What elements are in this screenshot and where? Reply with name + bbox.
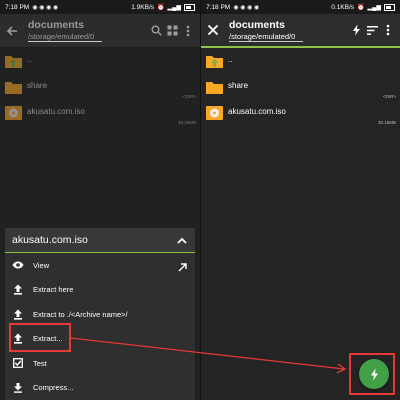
file-row-share[interactable]: share <DIR>: [201, 74, 400, 100]
extract-icon: [12, 308, 24, 320]
menu-item-label: View: [33, 260, 50, 270]
context-menu-sheet: akusatu.com.iso View Extract here Extrac…: [5, 228, 195, 400]
network-speed: 0.1KB/s: [331, 3, 355, 11]
file-name: akusatu.com.iso: [228, 107, 286, 116]
alarm-icon: ⏰: [157, 4, 165, 11]
status-time: 7:18 PM: [206, 3, 231, 11]
more-options-icon[interactable]: [380, 22, 396, 38]
file-row-parent[interactable]: ..: [0, 48, 200, 74]
extract-action-icon[interactable]: [348, 22, 364, 38]
signal-icon: ▂▄▆: [367, 4, 381, 11]
battery-icon: [384, 3, 395, 11]
path-dropdown[interactable]: /storage/emulated/0: [28, 32, 103, 42]
sort-icon[interactable]: [364, 22, 380, 38]
folder-icon: [206, 82, 223, 94]
checkbox-icon: [12, 357, 24, 369]
notification-icons: ◉ ◉ ◉ ◉: [32, 4, 59, 11]
menu-item-extract-here[interactable]: Extract here: [5, 278, 195, 303]
sheet-header: akusatu.com.iso: [5, 228, 195, 253]
right-screen: 7:18 PM ◉ ◉ ◉ ◉ 0.1KB/s ⏰ ▂▄▆ documents …: [200, 0, 400, 400]
status-time: 7:18 PM: [5, 3, 30, 11]
menu-item-label: Test: [33, 358, 47, 368]
battery-icon: [184, 3, 195, 11]
collapse-chevron-icon[interactable]: [174, 232, 190, 248]
menu-item-label: Extract here: [33, 285, 74, 295]
more-options-icon[interactable]: [180, 23, 196, 39]
eye-icon: [12, 259, 24, 271]
file-row-iso[interactable]: akusatu.com.iso 30.15MB: [201, 100, 400, 126]
menu-item-compress[interactable]: Compress...: [5, 376, 195, 400]
status-bar: 7:18 PM ◉ ◉ ◉ ◉ 0.1KB/s ⏰ ▂▄▆: [201, 0, 400, 14]
folder-title: documents: [28, 19, 85, 31]
path-dropdown[interactable]: /storage/emulated/0: [229, 32, 304, 42]
extract-highlight-box: [9, 323, 71, 352]
signal-icon: ▂▄▆: [167, 4, 181, 11]
parent-folder-icon: [206, 56, 223, 68]
file-name: akusatu.com.iso: [27, 107, 85, 116]
iso-file-icon: [5, 106, 22, 120]
folder-icon: [5, 82, 22, 94]
file-meta: 30.15MB: [377, 120, 396, 125]
app-bar: documents /storage/emulated/0: [0, 14, 200, 48]
extract-icon: [12, 284, 24, 296]
notification-icons: ◉ ◉ ◉ ◉: [233, 4, 260, 11]
folder-title: documents: [229, 18, 286, 31]
open-external-arrow-icon: [178, 259, 187, 277]
sheet-title: akusatu.com.iso: [12, 234, 88, 246]
compress-icon: [12, 382, 24, 394]
status-bar: 7:18 PM ◉ ◉ ◉ ◉ 1.9KB/s ⏰ ▂▄▆: [0, 0, 200, 14]
close-icon[interactable]: [205, 22, 221, 38]
file-name: ..: [27, 55, 32, 64]
file-row-share[interactable]: share <DIR>: [0, 74, 200, 100]
lightning-icon: [370, 368, 378, 380]
app-bar: documents /storage/emulated/0: [201, 14, 400, 48]
menu-item-label: Compress...: [33, 383, 74, 393]
file-name: ..: [228, 55, 233, 64]
alarm-icon: ⏰: [357, 4, 365, 11]
menu-item-label: Extract to ./<Archive name>/: [33, 309, 128, 319]
file-name: share: [228, 81, 249, 90]
extract-fab-button[interactable]: [359, 359, 389, 389]
back-arrow-icon[interactable]: [4, 23, 20, 39]
iso-file-icon: [206, 106, 223, 120]
file-row-iso[interactable]: akusatu.com.iso 30.15MB: [0, 100, 200, 126]
file-name: share: [27, 81, 48, 90]
search-icon[interactable]: [148, 23, 164, 39]
file-meta: <DIR>: [382, 94, 396, 99]
menu-item-test[interactable]: Test: [5, 351, 195, 376]
menu-item-view[interactable]: View: [5, 253, 195, 278]
file-row-parent[interactable]: ..: [201, 48, 400, 74]
network-speed: 1.9KB/s: [131, 3, 155, 11]
grid-view-icon[interactable]: [164, 23, 180, 39]
file-meta: 30.15MB: [177, 120, 196, 125]
file-meta: <DIR>: [182, 94, 196, 99]
parent-folder-icon: [5, 56, 22, 68]
